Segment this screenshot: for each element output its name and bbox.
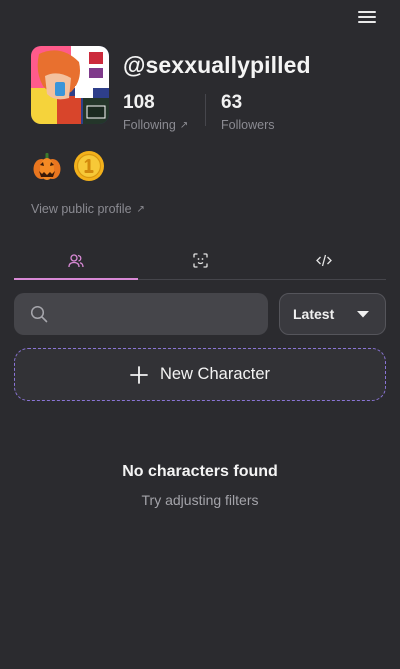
tab-face-scan[interactable]	[138, 242, 262, 279]
sort-value: Latest	[293, 306, 335, 322]
view-public-profile-label: View public profile	[31, 202, 132, 216]
view-public-profile-link[interactable]: View public profile ↗	[31, 202, 145, 216]
search-box[interactable]	[14, 293, 268, 335]
code-icon	[316, 254, 332, 267]
caret-down-icon	[357, 311, 369, 318]
new-character-label: New Character	[159, 365, 271, 383]
tab-code[interactable]	[262, 242, 386, 279]
new-character-button[interactable]: New Character	[14, 348, 386, 401]
external-link-icon: ↗	[179, 119, 189, 131]
followers-label: Followers	[221, 118, 275, 132]
sort-dropdown[interactable]: Latest	[279, 293, 386, 335]
profile-tabs	[14, 242, 386, 280]
avatar	[31, 46, 109, 124]
search-input[interactable]	[60, 306, 250, 322]
stat-divider	[205, 94, 206, 126]
search-icon	[30, 305, 48, 323]
tab-characters[interactable]	[14, 242, 138, 280]
plus-icon	[130, 365, 148, 384]
users-icon	[68, 253, 84, 267]
empty-state-title: No characters found	[122, 463, 278, 480]
hamburger-menu-icon[interactable]	[358, 9, 376, 25]
external-link-icon: ↗	[136, 203, 145, 215]
face-scan-icon	[192, 253, 208, 268]
following-label: Following	[123, 118, 176, 132]
following-count: 108	[123, 92, 155, 113]
username: @sexxuallypilled	[123, 52, 311, 78]
profile-page: @sexxuallypilled 108 Following ↗ 63 Foll…	[0, 0, 400, 669]
pumpkin-badge-icon[interactable]	[31, 150, 63, 182]
followers-stat[interactable]: 63 Followers	[221, 92, 275, 132]
empty-state-subtitle: Try adjusting filters	[141, 492, 259, 508]
following-stat[interactable]: 108 Following ↗	[123, 92, 188, 132]
gold-medal-badge-icon[interactable]	[73, 150, 105, 182]
badges-row	[31, 150, 105, 182]
followers-count: 63	[221, 92, 243, 113]
following-link[interactable]: Following ↗	[123, 118, 188, 132]
